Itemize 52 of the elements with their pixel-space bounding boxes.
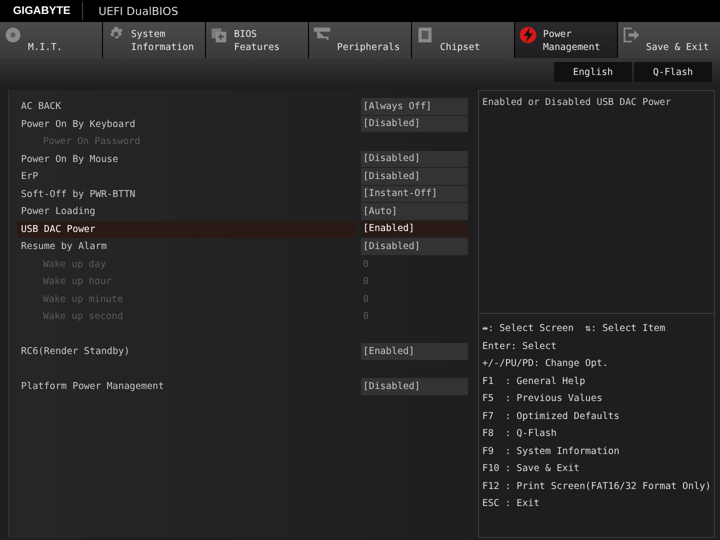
setting-label[interactable]: Platform Power Management	[17, 378, 355, 396]
qflash-button[interactable]: Q-Flash	[634, 62, 712, 82]
brand-logo: GIGABYTE	[0, 2, 84, 20]
key-help-line: ⇹: Select Screen ⇅: Select Item	[482, 322, 666, 336]
setting-value[interactable]: [Disabled]	[361, 378, 468, 396]
key-help-line: F9 : System Information	[482, 444, 620, 458]
key-help-line: F12 : Print Screen(FAT16/32 Format Only)	[482, 480, 711, 494]
exit-icon	[622, 26, 640, 44]
setting-value[interactable]: [Always Off]	[361, 98, 468, 116]
setting-value: 0	[362, 275, 370, 290]
setting-value[interactable]: [Disabled]	[361, 238, 468, 256]
menu-tab[interactable]: System Information	[103, 22, 205, 58]
setting-label[interactable]: Soft-Off by PWR-BTTN	[17, 186, 355, 203]
menu-tab[interactable]: Power Management	[515, 22, 617, 58]
menu-tab[interactable]: Peripherals	[309, 22, 411, 58]
setting-label[interactable]: Power On By Mouse	[17, 150, 355, 168]
key-help-line: F10 : Save & Exit	[482, 462, 580, 476]
key-help-line: F5 : Previous Values	[482, 392, 604, 406]
bios-title: UEFI DualBIOS	[97, 4, 178, 18]
setting-label[interactable]: Power On By Keyboard	[17, 116, 355, 133]
key-help-line: ESC : Exit	[482, 497, 540, 511]
setting-value: 0	[362, 292, 370, 307]
key-help-line: Enter: Select	[482, 340, 558, 354]
setting-value[interactable]: [Disabled]	[361, 168, 468, 186]
setting-label[interactable]: Power Loading	[17, 203, 355, 220]
menu-tab[interactable]: M.I.T.	[0, 22, 102, 58]
setting-label[interactable]: ErP	[17, 168, 355, 186]
lightning-icon	[519, 26, 537, 44]
key-help-line: F1 : General Help	[482, 374, 586, 388]
menu-tab[interactable]: Save & Exit	[618, 22, 720, 58]
setting-label[interactable]: USB DAC Power	[17, 220, 355, 238]
help-text: Enabled or Disabled USB DAC Power	[482, 97, 672, 108]
key-help-line: F8 : Q-Flash	[482, 427, 558, 441]
setting-label[interactable]: RC6(Render Standby)	[17, 343, 355, 360]
language-button[interactable]: English	[554, 62, 632, 82]
setting-value[interactable]: [Instant-Off]	[361, 186, 468, 203]
setting-value[interactable]: [Disabled]	[361, 150, 468, 168]
key-help-line: F7 : Optimized Defaults	[482, 410, 620, 424]
key-help-line: +/-/PU/PD: Change Opt.	[482, 357, 610, 371]
board-icon	[416, 26, 434, 44]
setting-value[interactable]: [Auto]	[361, 203, 468, 220]
setting-label[interactable]: Resume by Alarm	[17, 238, 355, 256]
setting-label[interactable]: AC BACK	[17, 98, 355, 116]
menu-tab[interactable]: BIOS Features	[206, 22, 308, 58]
disc-icon	[4, 26, 22, 44]
setting-value[interactable]: [Disabled]	[361, 116, 468, 133]
menu-tab[interactable]: Chipset	[412, 22, 514, 58]
setting-value: 0	[362, 258, 370, 272]
setting-value[interactable]: [Enabled]	[361, 343, 468, 360]
setting-value[interactable]: [Enabled]	[361, 220, 468, 238]
chip-icon	[210, 26, 228, 44]
setting-value: 0	[362, 310, 370, 324]
